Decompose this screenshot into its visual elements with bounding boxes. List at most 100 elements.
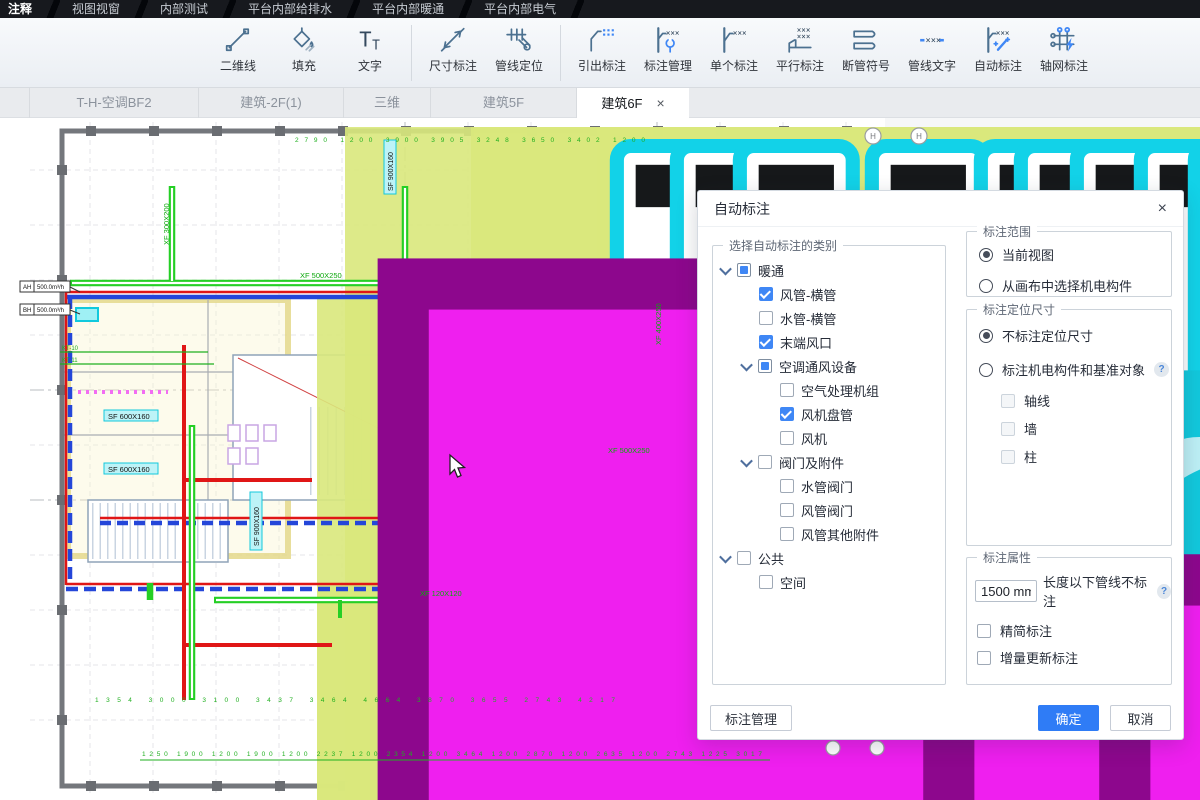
menu-tab-internal-test[interactable]: 内部测试	[148, 0, 220, 18]
tree-item-terminal-outlet[interactable]: 末端风口	[713, 330, 945, 354]
length-threshold-label: 长度以下管线不标注	[1043, 572, 1151, 610]
checkbox-unchecked[interactable]	[759, 575, 773, 589]
chevron-down-icon[interactable]	[719, 550, 732, 563]
checkbox-unchecked[interactable]	[737, 551, 751, 565]
grid-annotation-icon	[1050, 26, 1078, 54]
doc-tab-arch-5f[interactable]: 建筑5F	[431, 88, 577, 118]
tool-label: 文字	[358, 57, 382, 74]
dialog-close-icon[interactable]: ×	[1158, 201, 1167, 217]
checkbox-checked[interactable]	[759, 287, 773, 301]
doc-tab-3d[interactable]: 三维	[344, 88, 431, 118]
line-icon	[224, 26, 252, 54]
chevron-down-icon[interactable]	[740, 454, 753, 467]
help-icon[interactable]: ?	[1157, 584, 1171, 599]
checkbox-checked[interactable]	[780, 407, 794, 421]
radio-pick-from-canvas[interactable]: 从画布中选择机电构件	[979, 276, 1171, 295]
checkbox-wall[interactable]: 墙	[1001, 419, 1171, 438]
tree-item-pipe-horizontal[interactable]: 水管-横管	[713, 306, 945, 330]
cancel-button[interactable]: 取消	[1110, 705, 1171, 731]
checkbox-unchecked[interactable]	[780, 431, 794, 445]
checkbox-unchecked[interactable]	[780, 383, 794, 397]
checkbox-checked[interactable]	[759, 335, 773, 349]
tree-item-space[interactable]: 空间	[713, 570, 945, 594]
radio-selected[interactable]	[979, 248, 993, 262]
tree-item-duct-horizontal[interactable]: 风管-横管	[713, 282, 945, 306]
tool-parallel-annotation[interactable]: ×××××× 平行标注	[767, 22, 833, 84]
tool-fill[interactable]: 填充	[271, 22, 337, 84]
doc-tab-arch-2f[interactable]: 建筑-2F(1)	[199, 88, 344, 118]
tree-label: 水管-横管	[780, 309, 836, 328]
checkbox-unchecked[interactable]	[780, 479, 794, 493]
checkbox-label: 轴线	[1024, 391, 1050, 410]
tree-item-ahu[interactable]: 空气处理机组	[713, 378, 945, 402]
tree-item-duct-accessory[interactable]: 风管其他附件	[713, 522, 945, 546]
svg-text:KT-11: KT-11	[62, 358, 78, 364]
tool-leader-annotation[interactable]: 引出标注	[569, 22, 635, 84]
single-annotation-icon: ×××	[720, 26, 748, 54]
checkbox-axis[interactable]: 轴线	[1001, 391, 1171, 410]
tree-item-hvac[interactable]: 暖通	[713, 258, 945, 282]
checkbox-partial[interactable]	[737, 263, 751, 277]
checkbox-unchecked[interactable]	[759, 311, 773, 325]
tool-dimension[interactable]: 尺寸标注	[420, 22, 486, 84]
tool-pipe-locate[interactable]: 管线定位	[486, 22, 552, 84]
tree-item-fan-coil[interactable]: 风机盘管	[713, 402, 945, 426]
chevron-down-icon[interactable]	[719, 262, 732, 275]
tool-label: 引出标注	[578, 57, 626, 74]
tool-label: 管线文字	[908, 57, 956, 74]
tool-grid-annotation[interactable]: 轴网标注	[1031, 22, 1097, 84]
tree-item-hvac-equipment[interactable]: 空调通风设备	[713, 354, 945, 378]
checkbox-unchecked[interactable]	[780, 503, 794, 517]
svg-text:500.0m³/h: 500.0m³/h	[37, 285, 64, 291]
checkbox-column[interactable]: 柱	[1001, 447, 1171, 466]
menu-tab-electrical[interactable]: 平台内部电气	[472, 0, 568, 18]
chevron-down-icon[interactable]	[740, 358, 753, 371]
radio-unselected[interactable]	[979, 279, 993, 293]
menu-tab-plumbing[interactable]: 平台内部给排水	[236, 0, 344, 18]
radio-no-position-dim[interactable]: 不标注定位尺寸	[979, 326, 1171, 345]
tool-single-annotation[interactable]: ××× 单个标注	[701, 22, 767, 84]
svg-text:SF 600X160: SF 600X160	[108, 465, 150, 474]
svg-text:×××: ×××	[666, 28, 680, 37]
doc-tab-thk-bf2[interactable]: T-H-空调BF2	[29, 88, 199, 118]
checkbox-disabled	[1001, 394, 1015, 408]
checkbox-unchecked[interactable]	[977, 651, 991, 665]
tool-annotation-manage[interactable]: ××× 标注管理	[635, 22, 701, 84]
checkbox-incremental-update[interactable]: 增量更新标注	[977, 648, 1171, 667]
menu-tab-viewport[interactable]: 视图视窗	[60, 0, 132, 18]
tool-auto-annotation[interactable]: ××× 自动标注	[965, 22, 1031, 84]
checkbox-unchecked[interactable]	[780, 527, 794, 541]
tool-break-pipe-symbol[interactable]: 断管符号	[833, 22, 899, 84]
close-tab-icon[interactable]: ×	[656, 89, 664, 118]
fill-icon	[290, 26, 318, 54]
radio-selected[interactable]	[979, 329, 993, 343]
tool-2d-line[interactable]: 二维线	[205, 22, 271, 84]
ok-button[interactable]: 确定	[1038, 705, 1099, 731]
svg-text:SF 900X160: SF 900X160	[254, 507, 261, 546]
tree-item-duct-valve[interactable]: 风管阀门	[713, 498, 945, 522]
checkbox-unchecked[interactable]	[758, 455, 772, 469]
checkbox-partial[interactable]	[758, 359, 772, 373]
tree-item-water-valve[interactable]: 水管阀门	[713, 474, 945, 498]
radio-unselected[interactable]	[979, 363, 993, 377]
tool-pipe-text[interactable]: ××× 管线文字	[899, 22, 965, 84]
checkbox-unchecked[interactable]	[977, 624, 991, 638]
length-threshold-row: 长度以下管线不标注 ?	[975, 572, 1171, 610]
tool-label: 单个标注	[710, 57, 758, 74]
radio-current-view[interactable]: 当前视图	[979, 245, 1171, 264]
menu-separator-icon	[132, 0, 148, 18]
menu-tab-hvac[interactable]: 平台内部暖通	[360, 0, 456, 18]
annotation-manage-button[interactable]: 标注管理	[710, 705, 792, 731]
menu-tab-annotation[interactable]: 注释	[0, 0, 44, 18]
radio-annotate-with-datum[interactable]: 标注机电构件和基准对象 ?	[979, 360, 1171, 379]
length-threshold-input[interactable]	[975, 580, 1037, 602]
help-icon[interactable]: ?	[1154, 362, 1169, 377]
tree-item-valves[interactable]: 阀门及附件	[713, 450, 945, 474]
tree-item-public[interactable]: 公共	[713, 546, 945, 570]
tool-text[interactable]: T T 文字	[337, 22, 403, 84]
radio-label: 标注机电构件和基准对象	[1002, 360, 1145, 379]
attribute-legend: 标注属性	[977, 549, 1037, 566]
tree-item-fan[interactable]: 风机	[713, 426, 945, 450]
doc-tab-arch-6f[interactable]: 建筑6F ×	[577, 88, 689, 118]
checkbox-concise-annotation[interactable]: 精简标注	[977, 621, 1171, 640]
